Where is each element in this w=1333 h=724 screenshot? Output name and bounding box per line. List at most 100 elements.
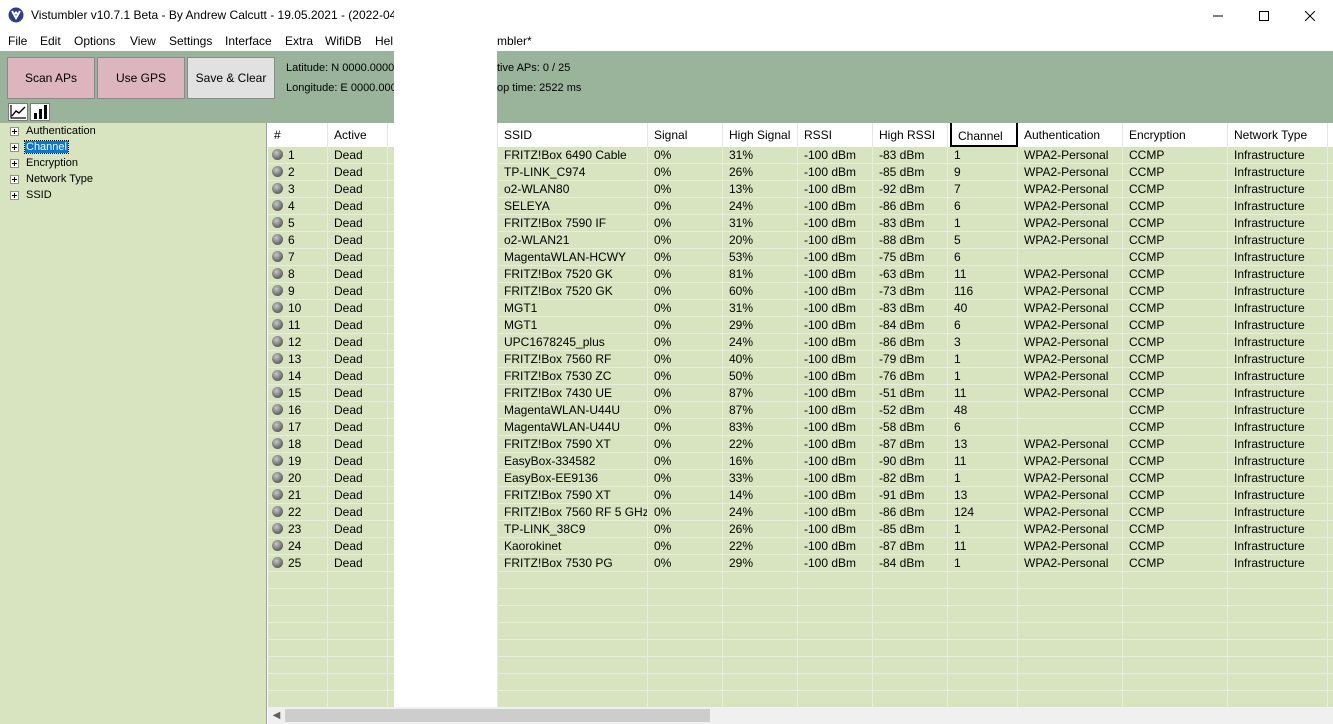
cell-ssid: FRITZ!Box 7560 RF 5 GHz bbox=[498, 504, 648, 521]
col-header-high-rssi[interactable]: High RSSI bbox=[873, 123, 948, 147]
cell-number bbox=[268, 589, 328, 606]
col-header-number[interactable]: # bbox=[268, 123, 328, 147]
row-number: 24 bbox=[288, 539, 302, 553]
scan-aps-button[interactable]: Scan APs bbox=[7, 57, 95, 99]
save-clear-button[interactable]: Save & Clear bbox=[187, 57, 275, 99]
cell-rssi bbox=[798, 623, 873, 640]
row-number: 1 bbox=[288, 148, 295, 162]
cell-high-rssi bbox=[873, 623, 948, 640]
col-header-authentication[interactable]: Authentication bbox=[1018, 123, 1123, 147]
cell-signal: 0% bbox=[648, 555, 723, 572]
cell-ssid: FRITZ!Box 7430 UE bbox=[498, 385, 648, 402]
menu-extra[interactable]: Extra bbox=[285, 34, 313, 48]
cell-active: Dead bbox=[328, 198, 388, 215]
cell-active: Dead bbox=[328, 555, 388, 572]
menu-view[interactable]: View bbox=[130, 34, 156, 48]
cell-signal bbox=[648, 674, 723, 691]
cell-number: 16 bbox=[268, 402, 328, 419]
cell-active: Dead bbox=[328, 453, 388, 470]
ap-status-icon bbox=[272, 506, 283, 517]
cell-high-rssi: -63 dBm bbox=[873, 266, 948, 283]
cell-high-signal: 31% bbox=[723, 300, 798, 317]
cell-signal: 0% bbox=[648, 504, 723, 521]
row-number: 22 bbox=[288, 505, 302, 519]
title-bar: Vistumbler v10.7.1 Beta - By Andrew Calc… bbox=[0, 0, 1333, 31]
tree-item-encryption[interactable]: Encryption bbox=[10, 155, 79, 171]
expand-icon[interactable] bbox=[10, 126, 19, 136]
cell-ssid: MagentaWLAN-U44U bbox=[498, 419, 648, 436]
ap-status-icon bbox=[272, 387, 283, 398]
ap-status-icon bbox=[272, 557, 283, 568]
cell-encryption bbox=[1123, 623, 1228, 640]
cell-authentication: WPA2-Personal bbox=[1018, 266, 1123, 283]
cell-number: 10 bbox=[268, 300, 328, 317]
cell-channel: 13 bbox=[948, 436, 1018, 453]
menu-help[interactable]: Hel bbox=[375, 34, 393, 48]
longitude-readout: Longitude: E 0000.000 bbox=[286, 82, 397, 94]
line-graph-button[interactable] bbox=[8, 103, 28, 121]
cell-number: 24 bbox=[268, 538, 328, 555]
col-header-ssid[interactable]: SSID bbox=[498, 123, 648, 147]
cell-network-type: Infrastructure bbox=[1228, 555, 1328, 572]
cell-network-type bbox=[1228, 572, 1328, 589]
menu-settings[interactable]: Settings bbox=[169, 34, 212, 48]
cell-network-type: Infrastructure bbox=[1228, 317, 1328, 334]
menu-interface[interactable]: Interface bbox=[225, 34, 272, 48]
cell-authentication: WPA2-Personal bbox=[1018, 351, 1123, 368]
col-header-network-type[interactable]: Network Type bbox=[1228, 123, 1328, 147]
col-header-active[interactable]: Active bbox=[328, 123, 388, 147]
menu-wifidb[interactable]: WifiDB bbox=[325, 34, 362, 48]
cell-ssid: FRITZ!Box 7560 RF bbox=[498, 351, 648, 368]
cell-encryption: CCMP bbox=[1123, 436, 1228, 453]
col-header-channel[interactable]: Channel bbox=[950, 123, 1018, 147]
col-header-encryption[interactable]: Encryption bbox=[1123, 123, 1228, 147]
col-header-rssi[interactable]: RSSI bbox=[798, 123, 873, 147]
cell-high-rssi: -51 dBm bbox=[873, 385, 948, 402]
menu-file[interactable]: File bbox=[8, 34, 27, 48]
menu-edit[interactable]: Edit bbox=[40, 34, 61, 48]
cell-signal: 0% bbox=[648, 385, 723, 402]
scrollbar-thumb[interactable] bbox=[285, 709, 710, 722]
expand-icon[interactable] bbox=[10, 174, 19, 184]
cell-signal: 0% bbox=[648, 317, 723, 334]
cell-high-rssi: -58 dBm bbox=[873, 419, 948, 436]
col-header-signal[interactable]: Signal bbox=[648, 123, 723, 147]
scroll-left-icon[interactable]: ◀ bbox=[268, 707, 285, 724]
cell-signal: 0% bbox=[648, 470, 723, 487]
cell-signal: 0% bbox=[648, 215, 723, 232]
cell-network-type bbox=[1228, 606, 1328, 623]
cell-channel: 1 bbox=[948, 521, 1018, 538]
ap-status-icon bbox=[272, 234, 283, 245]
expand-icon[interactable] bbox=[10, 142, 19, 152]
cell-rssi: -100 dBm bbox=[798, 317, 873, 334]
use-gps-button[interactable]: Use GPS bbox=[97, 57, 185, 99]
cell-encryption bbox=[1123, 674, 1228, 691]
cell-network-type: Infrastructure bbox=[1228, 436, 1328, 453]
expand-icon[interactable] bbox=[10, 158, 19, 168]
cell-high-rssi: -85 dBm bbox=[873, 521, 948, 538]
bar-graph-button[interactable] bbox=[30, 103, 50, 121]
cell-network-type: Infrastructure bbox=[1228, 334, 1328, 351]
row-number: 16 bbox=[288, 403, 302, 417]
tree-item-network-type[interactable]: Network Type bbox=[10, 171, 94, 187]
cell-authentication: WPA2-Personal bbox=[1018, 334, 1123, 351]
cell-active: Dead bbox=[328, 181, 388, 198]
menu-options[interactable]: Options bbox=[74, 34, 115, 48]
tree-item-channel[interactable]: Channel bbox=[10, 139, 69, 155]
cell-number: 3 bbox=[268, 181, 328, 198]
cell-authentication bbox=[1018, 419, 1123, 436]
maximize-button[interactable] bbox=[1241, 0, 1287, 31]
close-button[interactable] bbox=[1287, 0, 1333, 31]
cell-rssi bbox=[798, 589, 873, 606]
cell-number: 22 bbox=[268, 504, 328, 521]
horizontal-scrollbar[interactable]: ◀ bbox=[268, 707, 1333, 724]
tree-item-authentication[interactable]: Authentication bbox=[10, 123, 97, 139]
expand-icon[interactable] bbox=[10, 190, 19, 200]
ap-status-icon bbox=[272, 438, 283, 449]
ap-status-icon bbox=[272, 200, 283, 211]
cell-signal: 0% bbox=[648, 198, 723, 215]
col-header-high-signal[interactable]: High Signal bbox=[723, 123, 798, 147]
minimize-button[interactable] bbox=[1195, 0, 1241, 31]
cell-network-type: Infrastructure bbox=[1228, 351, 1328, 368]
tree-item-ssid[interactable]: SSID bbox=[10, 187, 53, 203]
